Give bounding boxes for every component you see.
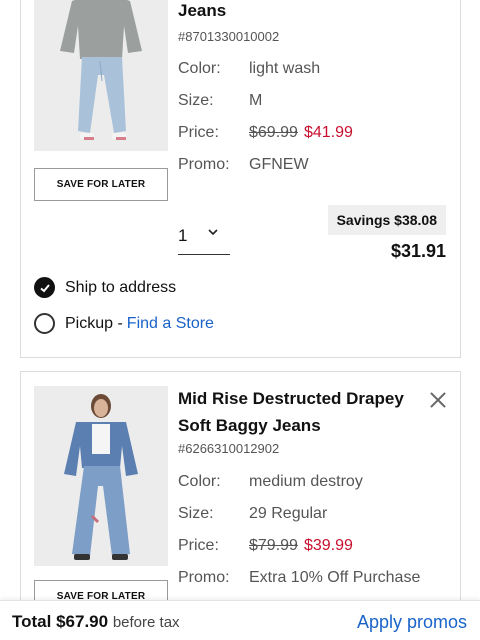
product-photo-illustration	[34, 386, 168, 566]
cart-item-card: Jeans #8701330010002 Color: light wash S…	[20, 0, 461, 358]
size-label: Size:	[178, 505, 214, 522]
radio-checked[interactable]	[34, 277, 55, 298]
original-price: $79.99	[249, 537, 298, 554]
savings-badge: Savings $38.08	[327, 205, 446, 235]
size-row: Size: 29 Regular	[178, 505, 327, 523]
line-total: $31.91	[390, 241, 446, 261]
product-title[interactable]: Mid Rise Destructed Drapey Soft Baggy Je…	[178, 385, 418, 439]
save-for-later-button[interactable]: SAVE FOR LATER	[34, 168, 168, 201]
sale-price: $41.99	[303, 124, 353, 141]
color-row: Color: medium destroy	[178, 473, 363, 491]
size-row: Size: M	[178, 92, 262, 110]
size-value: 29 Regular	[249, 505, 328, 522]
product-photo-illustration	[34, 0, 168, 151]
radio-unchecked[interactable]	[34, 313, 55, 334]
close-icon[interactable]	[430, 392, 446, 408]
product-title[interactable]: Jeans	[178, 0, 418, 24]
find-a-store-link[interactable]: Find a Store	[127, 315, 214, 333]
price-label: Price:	[178, 537, 219, 554]
size-label: Size:	[178, 92, 214, 109]
ship-to-address-option[interactable]: Ship to address	[34, 277, 176, 298]
pickup-label: Pickup -	[65, 314, 123, 332]
promo-label: Promo:	[178, 156, 230, 173]
price-row: Price: $69.99 $41.99	[178, 124, 353, 142]
color-label: Color:	[178, 60, 221, 77]
promo-row: Promo: GFNEW	[178, 156, 309, 174]
sale-price: $39.99	[303, 537, 353, 554]
checkmark-icon	[39, 283, 50, 292]
total-amount: $67.90	[56, 612, 109, 631]
order-total: Total $67.90 before tax	[12, 612, 180, 632]
pickup-option[interactable]: Pickup - Find a Store	[34, 313, 214, 334]
product-image[interactable]	[34, 0, 168, 151]
promo-row: Promo: Extra 10% Off Purchase	[178, 569, 420, 587]
price-row: Price: $79.99 $39.99	[178, 537, 353, 555]
quantity-value: 1	[178, 226, 188, 245]
promo-value: Extra 10% Off Purchase	[249, 569, 421, 586]
color-row: Color: light wash	[178, 60, 320, 78]
promo-value: GFNEW	[249, 156, 309, 173]
quantity-select[interactable]: 1	[178, 224, 230, 255]
before-tax-label: before tax	[112, 614, 180, 631]
original-price: $69.99	[249, 124, 298, 141]
color-label: Color:	[178, 473, 221, 490]
apply-promos-link[interactable]: Apply promos	[357, 612, 467, 633]
color-value: medium destroy	[249, 473, 363, 490]
promo-label: Promo:	[178, 569, 230, 586]
total-label: Total	[12, 612, 52, 631]
color-value: light wash	[249, 60, 321, 77]
size-value: M	[249, 92, 263, 109]
product-sku: #6266310012902	[178, 441, 280, 456]
chevron-down-icon	[208, 229, 218, 236]
checkout-footer: Total $67.90 before tax Apply promos	[0, 600, 480, 640]
price-label: Price:	[178, 124, 219, 141]
ship-to-address-label: Ship to address	[65, 278, 177, 296]
product-sku: #8701330010002	[178, 29, 280, 44]
product-image[interactable]	[34, 386, 168, 566]
